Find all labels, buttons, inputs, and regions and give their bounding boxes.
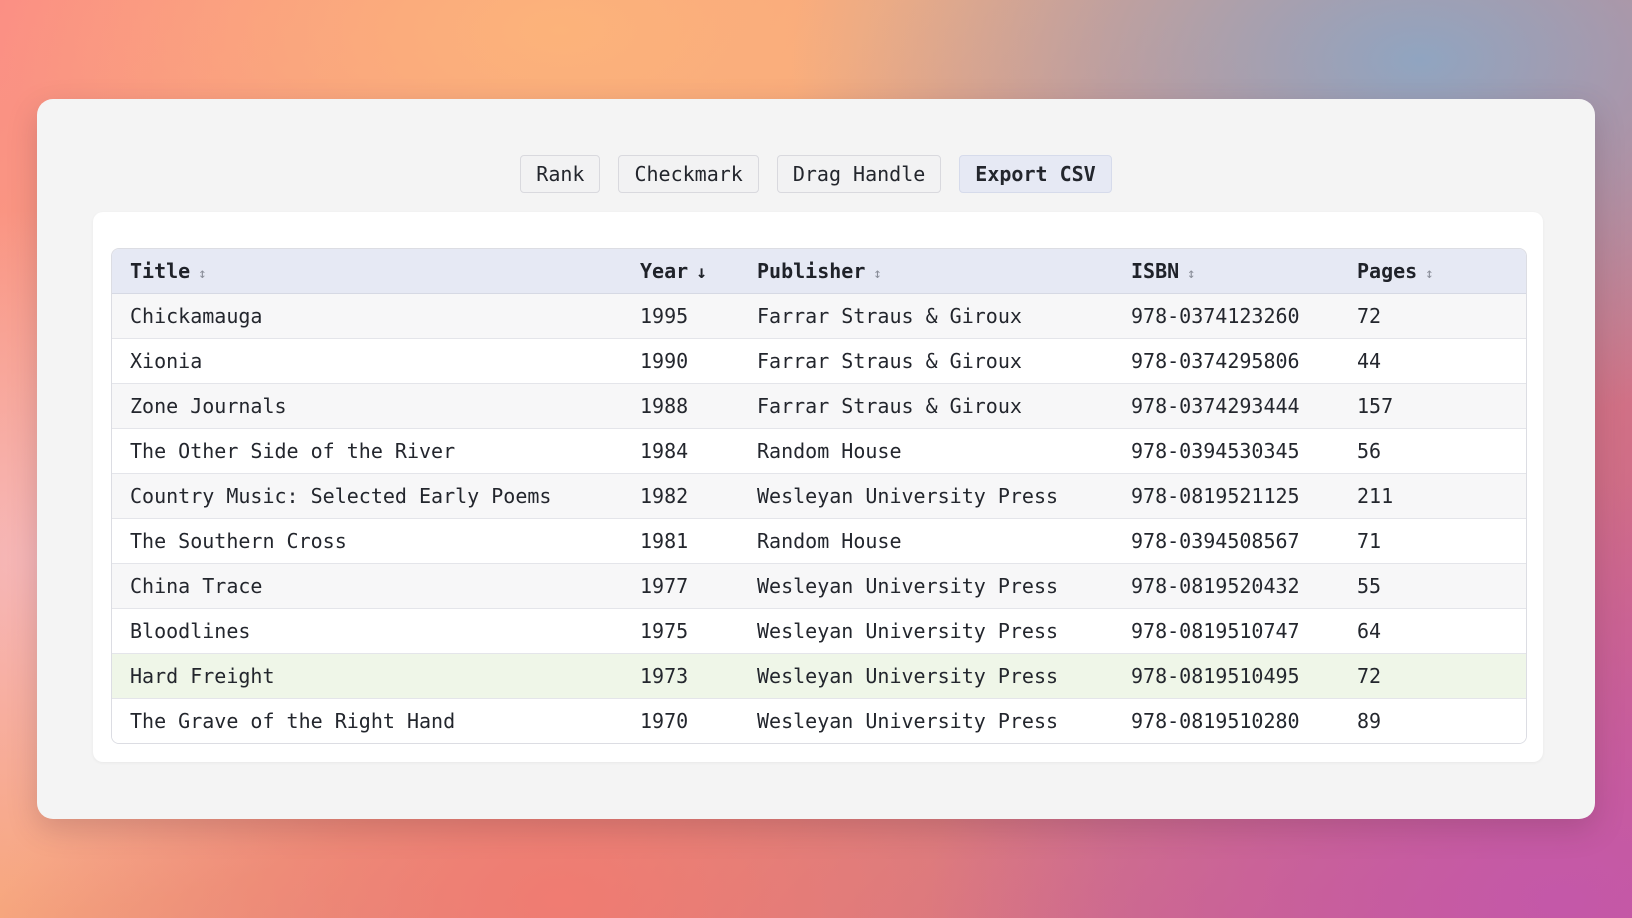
cell-year: 1977	[622, 563, 739, 609]
cell-isbn: 978-0374293444	[1113, 383, 1339, 429]
checkmark-button[interactable]: Checkmark	[618, 155, 759, 193]
cell-title: The Other Side of the River	[112, 428, 622, 474]
column-header-pages[interactable]: Pages ↕	[1339, 249, 1526, 294]
sort-both-icon[interactable]: ↕	[198, 266, 206, 282]
cell-isbn: 978-0819510747	[1113, 608, 1339, 654]
cell-publisher: Wesleyan University Press	[739, 608, 1113, 654]
cell-year: 1973	[622, 653, 739, 699]
cell-isbn: 978-0374295806	[1113, 338, 1339, 384]
cell-publisher: Farrar Straus & Giroux	[739, 383, 1113, 429]
cell-pages: 56	[1339, 428, 1526, 474]
cell-pages: 55	[1339, 563, 1526, 609]
cell-year: 1981	[622, 518, 739, 564]
column-header-label: Title	[130, 259, 191, 283]
books-table-container: Title ↕ Year ↓ Publisher ↕ ISBN ↕ Pages ↕ Chi…	[111, 248, 1527, 744]
cell-title: Xionia	[112, 338, 622, 384]
cell-publisher: Wesleyan University Press	[739, 473, 1113, 519]
toolbar: Rank Checkmark Drag Handle Export CSV	[37, 155, 1595, 193]
cell-publisher: Wesleyan University Press	[739, 563, 1113, 609]
cell-isbn: 978-0394508567	[1113, 518, 1339, 564]
cell-title: Hard Freight	[112, 653, 622, 699]
column-header-isbn[interactable]: ISBN ↕	[1113, 249, 1339, 294]
cell-year: 1990	[622, 338, 739, 384]
cell-pages: 72	[1339, 653, 1526, 699]
column-header-label: Publisher	[757, 259, 866, 283]
cell-isbn: 978-0819510280	[1131, 709, 1300, 733]
cell-isbn: 978-0394530345	[1113, 428, 1339, 474]
cell-publisher: Wesleyan University Press	[757, 709, 1059, 733]
cell-publisher: Random House	[739, 518, 1113, 564]
cell-publisher: Farrar Straus & Giroux	[739, 293, 1113, 339]
table-row[interactable]: The Grave of the Right Hand 1970 Wesleya…	[112, 698, 1526, 743]
table-row[interactable]: The Southern Cross 1981 Random House 978…	[112, 518, 1526, 564]
table-row-highlighted[interactable]: Hard Freight 1973 Wesleyan University Pr…	[112, 653, 1526, 699]
export-csv-button[interactable]: Export CSV	[959, 155, 1112, 193]
cell-title: The Grave of the Right Hand	[130, 709, 456, 733]
column-header-label: Pages	[1357, 259, 1418, 283]
cell-pages: 89	[1357, 709, 1382, 733]
cell-title: The Southern Cross	[112, 518, 622, 564]
sort-both-icon[interactable]: ↕	[1425, 266, 1433, 282]
cell-title: China Trace	[112, 563, 622, 609]
cell-pages: 72	[1339, 293, 1526, 339]
cell-year: 1995	[622, 293, 739, 339]
cell-isbn: 978-0819510495	[1113, 653, 1339, 699]
table-panel: Title ↕ Year ↓ Publisher ↕ ISBN ↕ Pages ↕ Chi…	[93, 212, 1543, 762]
cell-publisher: Farrar Straus & Giroux	[739, 338, 1113, 384]
cell-pages: 44	[1339, 338, 1526, 384]
drag-handle-button[interactable]: Drag Handle	[776, 155, 942, 193]
cell-isbn: 978-0819520432	[1113, 563, 1339, 609]
cell-publisher: Random House	[739, 428, 1113, 474]
cell-title: Zone Journals	[112, 383, 622, 429]
table-row[interactable]: China Trace 1977 Wesleyan University Pre…	[112, 563, 1526, 609]
sort-descending-icon[interactable]: ↓	[696, 262, 707, 283]
table-row[interactable]: Country Music: Selected Early Poems 1982…	[112, 473, 1526, 519]
column-header-label: ISBN	[1131, 259, 1180, 283]
cell-year: 1982	[622, 473, 739, 519]
cell-year: 1988	[622, 383, 739, 429]
column-header-title[interactable]: Title ↕	[112, 249, 622, 294]
column-header-year[interactable]: Year ↓	[622, 249, 739, 294]
cell-pages: 71	[1339, 518, 1526, 564]
cell-isbn: 978-0374123260	[1113, 293, 1339, 339]
cell-isbn: 978-0819521125	[1113, 473, 1339, 519]
table-row[interactable]: Chickamauga 1995 Farrar Straus & Giroux …	[112, 293, 1526, 339]
cell-title: Country Music: Selected Early Poems	[112, 473, 622, 519]
cell-year: 1970	[640, 709, 689, 733]
cell-year: 1975	[622, 608, 739, 654]
table-row[interactable]: Xionia 1990 Farrar Straus & Giroux 978-0…	[112, 338, 1526, 384]
cell-publisher: Wesleyan University Press	[739, 653, 1113, 699]
column-header-label: Year	[640, 259, 689, 283]
cell-title: Chickamauga	[112, 293, 622, 339]
cell-pages: 157	[1339, 383, 1526, 429]
main-card: Rank Checkmark Drag Handle Export CSV Ti…	[37, 99, 1595, 819]
table-row[interactable]: Bloodlines 1975 Wesleyan University Pres…	[112, 608, 1526, 654]
cell-title: Bloodlines	[112, 608, 622, 654]
rank-button[interactable]: Rank	[520, 155, 601, 193]
table-body: Chickamauga 1995 Farrar Straus & Giroux …	[112, 293, 1526, 743]
cell-pages: 211	[1339, 473, 1526, 519]
cell-pages: 64	[1339, 608, 1526, 654]
sort-both-icon[interactable]: ↕	[1187, 266, 1195, 282]
column-header-publisher[interactable]: Publisher ↕	[739, 249, 1113, 294]
table-row[interactable]: Zone Journals 1988 Farrar Straus & Girou…	[112, 383, 1526, 429]
cell-year: 1984	[622, 428, 739, 474]
books-table: Title ↕ Year ↓ Publisher ↕ ISBN ↕ Pages ↕ Chi…	[112, 249, 1526, 743]
table-header-row: Title ↕ Year ↓ Publisher ↕ ISBN ↕ Pages ↕	[112, 249, 1526, 294]
table-row[interactable]: The Other Side of the River 1984 Random …	[112, 428, 1526, 474]
sort-both-icon[interactable]: ↕	[873, 266, 881, 282]
